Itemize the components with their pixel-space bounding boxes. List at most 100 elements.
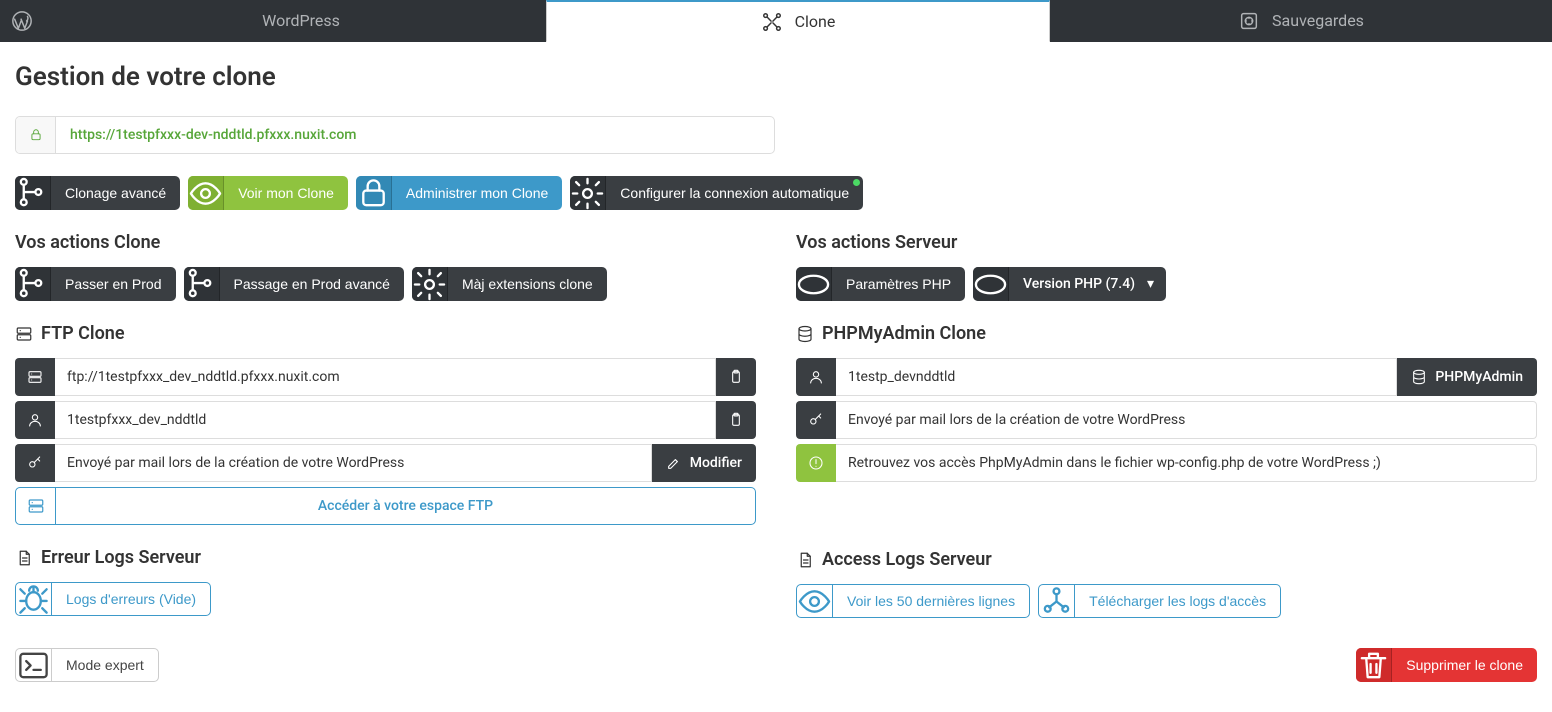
clone-url[interactable]: https://1testpfxxx-dev-nddtld.pfxxx.nuxi…: [56, 127, 370, 143]
button-label: Administrer mon Clone: [392, 185, 562, 201]
section-label: FTP Clone: [41, 323, 125, 344]
section-label: Access Logs Serveur: [822, 549, 992, 570]
button-label: Paramètres PHP: [832, 276, 965, 292]
trash-icon: [1356, 648, 1392, 682]
main-toolbar: Clonage avancé Voir mon Clone Administre…: [15, 176, 1537, 210]
pass-to-prod-button[interactable]: Passer en Prod: [15, 267, 176, 301]
server-icon: [15, 358, 55, 396]
button-label: Voir mon Clone: [224, 185, 348, 201]
server-actions-title: Vos actions Serveur: [796, 232, 1537, 253]
button-label: Logs d'erreurs (Vide): [52, 591, 210, 607]
pma-password-hint: Envoyé par mail lors de la création de v…: [836, 401, 1537, 439]
button-label: Voir les 50 dernières lignes: [833, 593, 1029, 609]
button-label: Passage en Prod avancé: [220, 276, 404, 292]
lock-icon: [356, 176, 392, 210]
advanced-clone-button[interactable]: Clonage avancé: [15, 176, 180, 210]
button-label: Passer en Prod: [51, 276, 176, 292]
puzzle-icon: [412, 267, 448, 301]
bug-icon: [16, 583, 52, 615]
ftp-url-value: ftp://1testpfxxx_dev_nddtld.pfxxx.nuxit.…: [55, 358, 716, 396]
server-icon: [16, 488, 56, 524]
dropdown-label: Version PHP (7.4): [1009, 276, 1145, 292]
pma-section-title: PHPMyAdmin Clone: [796, 323, 1537, 344]
safe-icon: [1238, 10, 1260, 32]
edit-icon: [666, 455, 682, 471]
button-label: Configurer la connexion automatique: [606, 185, 863, 201]
php-version-dropdown[interactable]: Version PHP (7.4) ▾: [973, 267, 1166, 301]
button-label: Mode expert: [52, 657, 158, 673]
pass-to-prod-advanced-button[interactable]: Passage en Prod avancé: [184, 267, 404, 301]
copy-ftp-url-button[interactable]: [716, 358, 756, 396]
button-label: Accéder à votre espace FTP: [56, 498, 755, 514]
pma-password-row: Envoyé par mail lors de la création de v…: [796, 401, 1537, 439]
clone-actions-title: Vos actions Clone: [15, 232, 756, 253]
eye-icon: [797, 585, 833, 617]
error-logs-button[interactable]: Logs d'erreurs (Vide): [15, 582, 211, 616]
php-params-button[interactable]: Paramètres PHP: [796, 267, 965, 301]
branch-icon: [15, 176, 51, 210]
tab-backups[interactable]: Sauvegardes: [1050, 0, 1552, 42]
ftp-password-hint: Envoyé par mail lors de la création de v…: [55, 444, 652, 482]
pma-info-row: Retrouvez vos accès PhpMyAdmin dans le f…: [796, 444, 1537, 482]
branch-icon: [15, 267, 51, 301]
key-icon: [15, 444, 55, 482]
clone-icon: [761, 11, 783, 33]
update-extensions-button[interactable]: Màj extensions clone: [412, 267, 607, 301]
file-icon: [15, 549, 33, 567]
tab-wordpress[interactable]: WordPress: [44, 0, 546, 42]
admin-clone-button[interactable]: Administrer mon Clone: [356, 176, 562, 210]
expert-mode-button[interactable]: Mode expert: [15, 648, 159, 682]
server-icon: [15, 325, 33, 343]
phpmyadmin-button[interactable]: PHPMyAdmin: [1397, 358, 1537, 396]
configure-auto-connect-button[interactable]: Configurer la connexion automatique: [570, 176, 863, 210]
error-logs-title: Erreur Logs Serveur: [15, 547, 756, 568]
download-access-logs-button[interactable]: Télécharger les logs d'accès: [1038, 584, 1281, 618]
delete-clone-button[interactable]: Supprimer le clone: [1356, 648, 1537, 682]
button-label: Màj extensions clone: [448, 276, 607, 292]
ftp-password-row: Envoyé par mail lors de la création de v…: [15, 444, 756, 482]
page-title: Gestion de votre clone: [15, 62, 1537, 92]
eye-icon: [188, 176, 224, 210]
key-icon: [796, 401, 836, 439]
access-ftp-button[interactable]: Accéder à votre espace FTP: [15, 487, 756, 525]
lock-icon: [16, 117, 56, 153]
ftp-user-row: 1testpfxxx_dev_nddtld: [15, 401, 756, 439]
terminal-icon: [16, 649, 52, 681]
network-icon: [1039, 585, 1075, 617]
branch-icon: [184, 267, 220, 301]
pma-user-value: 1testp_devnddtld: [836, 358, 1397, 396]
button-label: Modifier: [690, 455, 742, 471]
gear-icon: [570, 176, 606, 210]
modify-ftp-password-button[interactable]: Modifier: [652, 444, 756, 482]
button-label: PHPMyAdmin: [1435, 369, 1523, 385]
database-icon: [796, 325, 814, 343]
wordpress-logo-icon: [0, 0, 44, 42]
button-label: Supprimer le clone: [1392, 657, 1537, 673]
tab-label: Sauvegardes: [1272, 11, 1364, 30]
user-icon: [796, 358, 836, 396]
ftp-user-value: 1testpfxxx_dev_nddtld: [55, 401, 716, 439]
view-last-50-button[interactable]: Voir les 50 dernières lignes: [796, 584, 1030, 618]
info-icon: [796, 444, 836, 482]
clone-url-bar: https://1testpfxxx-dev-nddtld.pfxxx.nuxi…: [15, 116, 775, 154]
file-icon: [796, 551, 814, 569]
pma-user-row: 1testp_devnddtld PHPMyAdmin: [796, 358, 1537, 396]
copy-ftp-user-button[interactable]: [716, 401, 756, 439]
section-label: Erreur Logs Serveur: [41, 547, 201, 568]
ftp-url-row: ftp://1testpfxxx_dev_nddtld.pfxxx.nuxit.…: [15, 358, 756, 396]
tab-label: WordPress: [262, 11, 340, 30]
database-icon: [1411, 369, 1427, 385]
pma-info-text: Retrouvez vos accès PhpMyAdmin dans le f…: [836, 444, 1537, 482]
view-clone-button[interactable]: Voir mon Clone: [188, 176, 348, 210]
button-label: Clonage avancé: [51, 185, 180, 201]
top-tabs: WordPress Clone Sauvegardes: [0, 0, 1552, 42]
php-icon: [796, 267, 832, 301]
tab-clone[interactable]: Clone: [546, 0, 1050, 42]
section-label: PHPMyAdmin Clone: [822, 323, 986, 344]
chevron-down-icon: ▾: [1145, 276, 1166, 292]
tab-label: Clone: [795, 12, 836, 31]
user-icon: [15, 401, 55, 439]
ftp-section-title: FTP Clone: [15, 323, 756, 344]
php-icon: [973, 267, 1009, 301]
button-label: Télécharger les logs d'accès: [1075, 593, 1280, 609]
